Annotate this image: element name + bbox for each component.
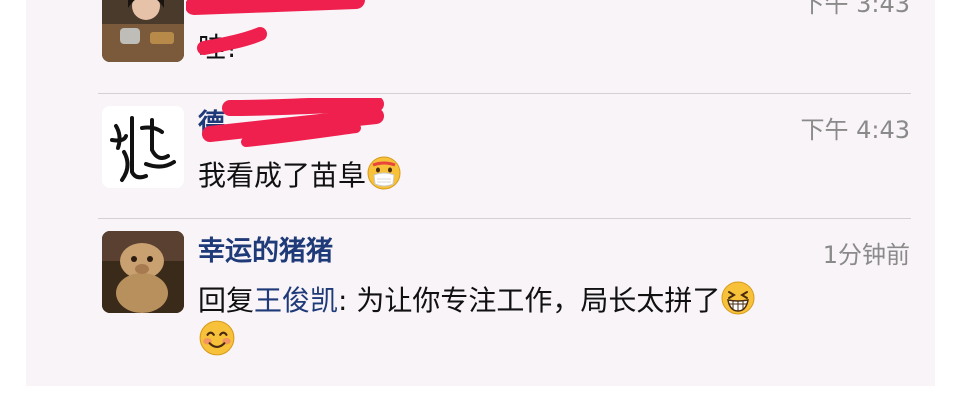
comment-time: 1分钟前 [822, 241, 910, 269]
smiling-face-icon [198, 319, 236, 364]
comment-message: 为让你专注工作，局长太拼了 [356, 284, 721, 317]
comment-message: 我看成了苗阜 [198, 159, 367, 192]
comment-text: 我看成了苗阜 [198, 154, 402, 198]
comment-item[interactable]: 德 下午 4:43 我看成了苗阜 [26, 94, 935, 218]
reply-prefix: 回复 [198, 284, 255, 317]
comment-item[interactable]: 幸运的猪猪 1分钟前 回复王俊凯: 为让你专注工作，局长太拼了 [26, 219, 935, 386]
avatar[interactable] [102, 231, 184, 313]
comment-list: 下午 3:43 哇! 德 下午 4:43 我看成了苗阜 幸运的猪猪 1分钟前 回… [26, 0, 935, 386]
avatar[interactable] [102, 106, 184, 188]
comment-text: 回复王俊凯: 为让你专注工作，局长太拼了 [198, 279, 756, 323]
comment-item[interactable]: 下午 3:43 哇! [26, 0, 935, 93]
redaction-mark [186, 0, 365, 55]
reply-separator: : [338, 284, 357, 317]
face-with-medical-mask-icon [366, 155, 402, 198]
avatar[interactable] [102, 0, 184, 62]
comment-time: 下午 4:43 [800, 116, 910, 144]
redaction-mark [202, 98, 384, 147]
mention-link[interactable]: 王俊凯 [254, 284, 338, 317]
comment-time: 下午 3:43 [800, 0, 910, 18]
grinning-squinting-face-icon [720, 280, 756, 323]
commenter-name[interactable]: 幸运的猪猪 [198, 229, 333, 268]
comment-text-continued [198, 319, 236, 364]
